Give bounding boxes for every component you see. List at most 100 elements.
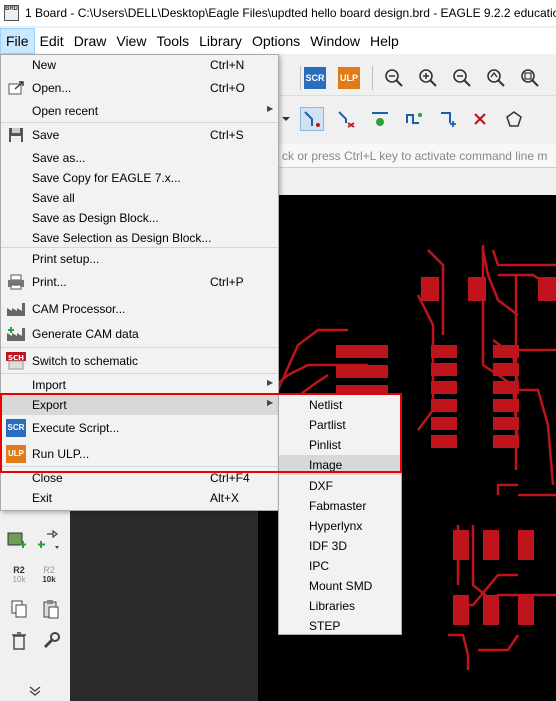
add-signal-button[interactable] [436,107,460,131]
route-button[interactable] [300,107,324,131]
export-image[interactable]: Image [279,455,401,475]
menu-item-execute-script[interactable]: SCR Execute Script... [1,418,278,438]
script-button[interactable]: SCR [303,66,327,90]
menu-tools[interactable]: Tools [151,28,194,54]
menu-library[interactable]: Library [194,28,247,54]
add-part-button[interactable] [4,528,30,550]
paste-button[interactable] [38,598,64,620]
delete-button[interactable] [468,107,492,131]
export-hyperlynx[interactable]: Hyperlynx [279,516,401,536]
export-idf-3d[interactable]: IDF 3D [279,536,401,556]
export-dxf[interactable]: DXF [279,476,401,496]
export-fabmaster[interactable]: Fabmaster [279,496,401,516]
export-step[interactable]: STEP [279,616,401,636]
ripup-button[interactable] [334,107,358,131]
export-pinlist[interactable]: Pinlist [279,435,401,455]
copy-button[interactable] [6,598,32,620]
menu-item-save-copy-eagle7[interactable]: Save Copy for EAGLE 7.x... [1,168,278,188]
menu-item-open-recent[interactable]: Open recent ▶ [1,101,278,121]
r2-value: 10k [12,575,26,584]
wrench-button[interactable] [38,630,64,652]
r2-value-button[interactable]: R2 10k [6,564,32,586]
eagle-brd-icon: BRD [4,5,19,21]
menu-item-label: Save all [32,191,75,205]
export-ipc[interactable]: IPC [279,556,401,576]
menu-help[interactable]: Help [365,28,404,54]
title-bar: BRD 1 Board - C:\Users\DELL\Desktop\Eagl… [0,0,556,26]
zoom-select-button[interactable] [518,66,542,90]
submenu-label: IPC [309,559,330,573]
zoom-out-button[interactable] [450,66,474,90]
add-part-icon [7,532,26,548]
menu-item-shortcut: Ctrl+O [210,81,246,95]
export-mount-smd[interactable]: Mount SMD [279,576,401,596]
menu-item-label: Execute Script... [32,421,120,435]
export-partlist[interactable]: Partlist [279,415,401,435]
menu-item-shortcut: Alt+X [210,491,240,505]
run-ulp-button[interactable]: ULP [337,66,361,90]
menu-file[interactable]: File [0,28,35,54]
command-line-input[interactable]: ck or press Ctrl+L key to activate comma… [278,144,556,168]
menu-item-exit[interactable]: Exit Alt+X [1,488,278,508]
menu-item-label: Switch to schematic [32,354,139,368]
menu-item-label: Close [32,471,63,485]
menu-item-label: Export [32,398,67,412]
zoom-fit-icon [385,69,403,87]
main-toolbar: SCR ULP [278,60,556,96]
via-icon [372,112,388,126]
file-menu-dropdown: New Ctrl+N Open... Ctrl+O Open recent ▶ … [0,54,279,511]
zoom-previous-button[interactable] [484,66,508,90]
menu-item-save-all[interactable]: Save all [1,188,278,208]
menu-item-shortcut: Ctrl+S [210,128,244,142]
menu-draw[interactable]: Draw [69,28,112,54]
polygon-button[interactable] [502,107,526,131]
menu-item-save-as[interactable]: Save as... [1,148,278,168]
menu-item-new[interactable]: New Ctrl+N [1,55,278,75]
expand-chevron-icon[interactable] [22,680,48,701]
menu-item-label: Open recent [32,104,99,118]
menu-item-export[interactable]: Export ▶ [1,395,278,415]
menu-options[interactable]: Options [247,28,305,54]
delete-tool-button[interactable] [6,630,32,652]
polygon-icon [506,111,522,127]
menu-item-run-ulp[interactable]: ULP Run ULP... [1,444,278,464]
menu-item-shortcut: Ctrl+P [210,275,244,289]
menu-item-close[interactable]: Close Ctrl+F4 [1,468,278,488]
menu-item-shortcut: Ctrl+N [210,58,245,72]
menu-window[interactable]: Window [305,28,365,54]
submenu-label: IDF 3D [309,539,348,553]
menu-item-save-selection-design-block[interactable]: Save Selection as Design Block... [1,228,278,248]
menu-item-label: New [32,58,57,72]
submenu-label: Image [309,458,343,472]
schematic-icon: SCH [6,352,26,370]
menu-item-cam-processor[interactable]: CAM Processor... [1,299,278,319]
via-button[interactable] [368,107,392,131]
zoom-in-button[interactable] [416,66,440,90]
dropdown-arrow-icon[interactable] [280,107,292,131]
menu-item-print[interactable]: Print... Ctrl+P [1,272,278,292]
zoom-fit-button[interactable] [382,66,406,90]
menu-item-generate-cam[interactable]: Generate CAM data [1,324,278,344]
zoom-in-icon [419,69,437,87]
menu-item-label: Save Copy for EAGLE 7.x... [32,171,181,185]
menu-item-print-setup[interactable]: Print setup... [1,249,278,269]
menu-item-import[interactable]: Import ▶ [1,375,278,395]
menu-item-shortcut: Ctrl+F4 [210,471,250,485]
menu-view[interactable]: View [111,28,151,54]
meander-button[interactable] [402,107,426,131]
left-tool-panel: R2 10k R2 10k [0,490,70,701]
menu-item-save[interactable]: Save Ctrl+S [1,125,278,145]
menu-item-open[interactable]: Open... Ctrl+O [1,78,278,98]
r2-value-alt-button[interactable]: R2 10k [36,564,62,586]
add-pin-button[interactable] [36,528,62,550]
menu-item-switch-schematic[interactable]: SCH Switch to schematic [1,351,278,371]
export-libraries[interactable]: Libraries [279,596,401,616]
factory-icon [6,300,26,318]
scr-icon: SCR [6,419,26,437]
menu-item-label: Generate CAM data [32,327,139,341]
open-arrow-icon [6,79,26,97]
menu-edit[interactable]: Edit [35,28,69,54]
menu-item-save-design-block[interactable]: Save as Design Block... [1,208,278,228]
floppy-icon [6,126,26,144]
export-netlist[interactable]: Netlist [279,395,401,415]
